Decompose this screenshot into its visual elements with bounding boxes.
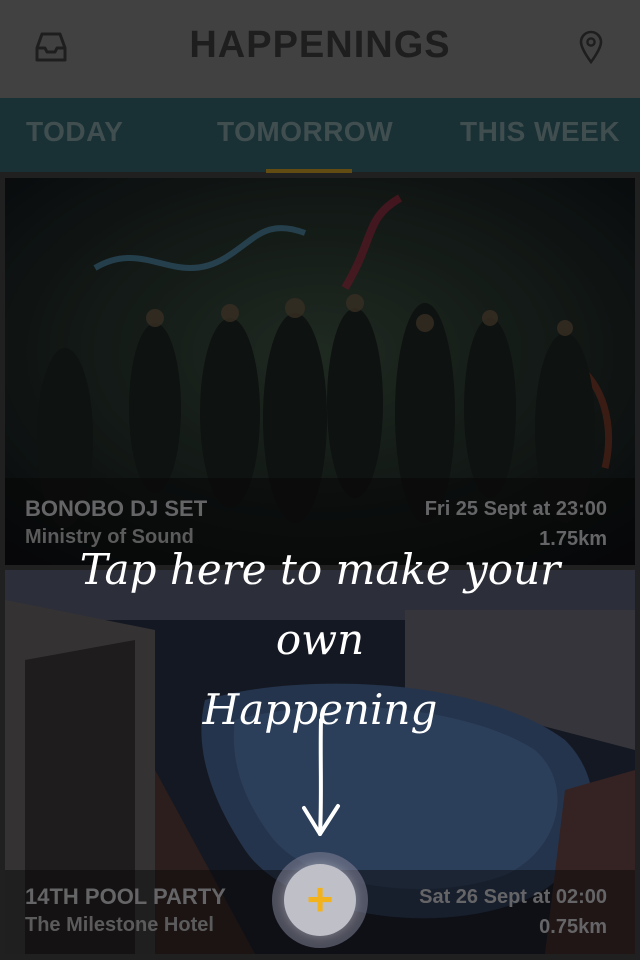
tutorial-line-1: Tap here to make your own [79, 545, 561, 664]
app-header: HAPPENINGS [0, 0, 640, 98]
tab-bar: TODAY TOMORROW THIS WEEK [0, 98, 640, 172]
page-title: HAPPENINGS [189, 24, 451, 66]
create-happening-button[interactable]: + [284, 864, 356, 936]
tutorial-hint: Tap here to make your own Happening [40, 535, 600, 745]
event-card-bonobo[interactable]: BONOBO DJ SET Ministry of Sound Fri 25 S… [5, 178, 635, 565]
event-distance: 0.75km [539, 916, 607, 938]
plus-icon: + [306, 873, 334, 925]
tab-this-week[interactable]: THIS WEEK [460, 116, 620, 148]
event-date: Sat 26 Sept at 02:00 [419, 886, 607, 908]
down-arrow-icon [302, 718, 340, 836]
event-venue: The Milestone Hotel [25, 914, 214, 936]
event-name: BONOBO DJ SET [25, 496, 208, 521]
active-tab-indicator [266, 169, 352, 173]
tab-tomorrow[interactable]: TOMORROW [217, 116, 393, 148]
event-name: 14TH POOL PARTY [25, 884, 226, 909]
event-date: Fri 25 Sept at 23:00 [424, 498, 607, 520]
location-pin-icon[interactable] [578, 30, 604, 64]
tab-today[interactable]: TODAY [26, 116, 123, 148]
